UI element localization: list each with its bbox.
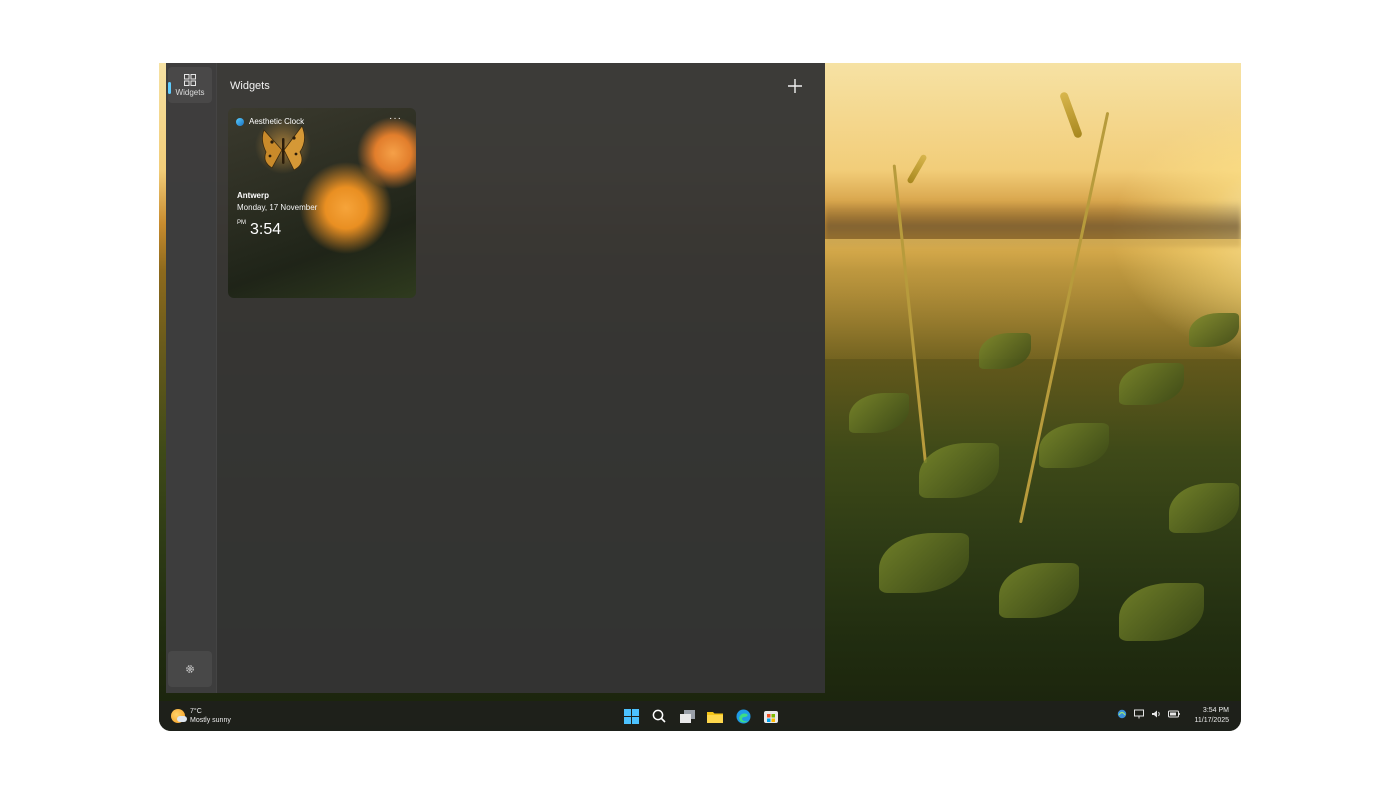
widgets-panel: Widgets Widgets Aesthetic Clock ··· Antw… [166,63,825,693]
taskbar-clock[interactable]: 3:54 PM 11/17/2025 [1194,706,1229,726]
task-view-button[interactable] [677,706,697,726]
system-tray [1117,709,1180,719]
aesthetic-clock-widget[interactable]: Aesthetic Clock ··· Antwerp Monday, 17 N… [228,108,416,298]
sidebar-item-widgets[interactable]: Widgets [168,67,212,103]
add-widget-button[interactable] [784,75,806,97]
settings-button[interactable] [168,651,212,687]
plus-icon [788,79,802,93]
wallpaper-field-glow [825,239,1241,359]
edge-icon [736,709,750,723]
search-button[interactable] [649,706,669,726]
partly-sunny-icon [171,709,187,723]
sidebar-item-label: Widgets [175,87,205,97]
start-icon [623,708,639,724]
weather-text: 7°C Mostly sunny [190,707,231,725]
file-explorer-button[interactable] [705,706,725,726]
display-icon[interactable] [1134,709,1144,719]
weather-condition: Mostly sunny [190,717,231,724]
clock-time: 3:54 PM [1202,707,1229,714]
widget-time: 3:54 [250,221,282,238]
widget-city: Antwerp [237,191,269,200]
file-explorer-icon [707,711,723,723]
clock-date: 11/17/2025 [1194,717,1229,724]
edge-button[interactable] [733,706,753,726]
store-button[interactable] [761,706,781,726]
widget-name: Aesthetic Clock [249,117,305,126]
gear-icon [186,665,194,673]
start-button[interactable] [621,706,641,726]
widget-header: Aesthetic Clock [236,117,304,126]
widget-more-button[interactable]: ··· [389,113,402,124]
weather-widget[interactable]: 7°C Mostly sunny [171,707,231,725]
selected-indicator [168,82,171,94]
widget-ampm: PM [237,220,246,226]
desktop-screen: Widgets Widgets Aesthetic Clock ··· Antw… [159,63,1241,731]
volume-icon[interactable] [1151,709,1161,719]
widgets-sidebar: Widgets [166,63,217,693]
taskbar-pinned-apps [621,706,781,726]
network-icon[interactable] [1117,709,1127,719]
panel-title: Widgets [230,80,270,92]
weather-temp: 7°C [190,708,202,715]
taskbar: 7°C Mostly sunny 3:54 PM 11/17/2025 [159,701,1241,731]
butterfly-illustration [262,125,305,171]
battery-icon[interactable] [1168,709,1180,719]
clock-app-icon [236,117,244,126]
widget-date: Monday, 17 November [237,203,318,212]
search-icon [652,709,666,723]
task-view-icon [679,709,695,723]
widgets-grid-icon [184,73,196,86]
store-icon [764,711,778,723]
